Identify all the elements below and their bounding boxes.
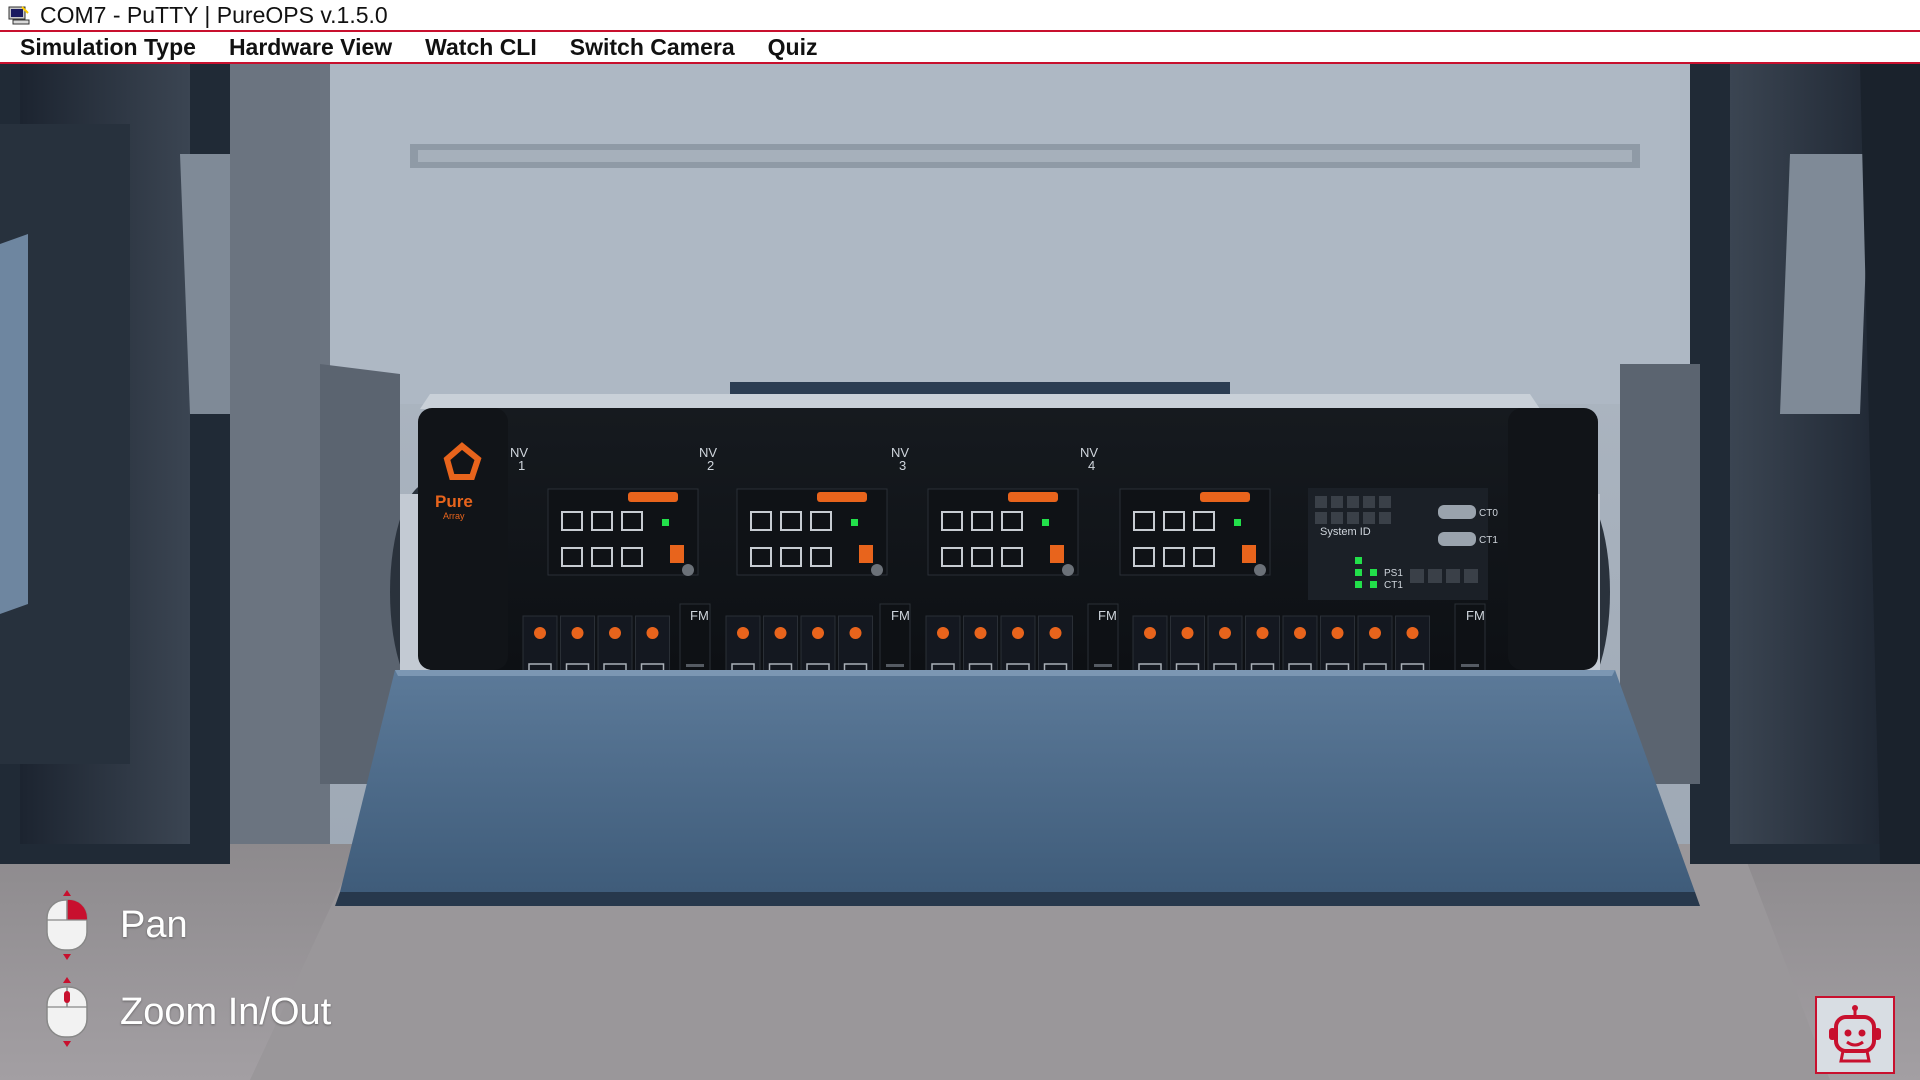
ps-label: PS1 [1384,568,1403,579]
ct0-port-label: CT0 [1479,508,1498,519]
mouse-right-click-icon [46,890,88,960]
nvram-latch [670,545,684,563]
assistant-button[interactable] [1815,996,1895,1074]
status-led [1234,519,1241,526]
menu-switch-camera[interactable]: Switch Camera [550,34,748,61]
nv-number-2: 2 [707,458,714,473]
menu-hardware-view[interactable]: Hardware View [209,34,405,61]
nvram-module [1119,488,1271,576]
drive-top-latch [1012,627,1024,639]
menu-quiz[interactable]: Quiz [748,34,831,61]
system-id-label: System ID [1320,526,1371,538]
status-led [662,519,669,526]
nvram-latch [1242,545,1256,563]
nvram-pull-tab [817,492,867,502]
control-hints: Pan Zoom In/Out [42,890,332,1069]
fm-label-1: FM [690,608,709,623]
window-title-bar: COM7 - PuTTY | PureOPS v.1.5.0 [0,0,1920,32]
nv-number-3: 3 [899,458,906,473]
drive-top-latch [534,627,546,639]
ct-status-label: CT1 [1384,580,1403,591]
putty-terminal-icon [8,6,30,25]
hint-pan: Pan [42,890,331,960]
drive-top-latch [774,627,787,639]
drive-top-latch [1181,627,1194,639]
hint-label-pan: Pan [120,903,188,946]
menu-simulation-type[interactable]: Simulation Type [0,34,209,61]
drive-top-latch [937,627,949,639]
drive-top-latch [974,627,987,639]
robot-assistant-icon [1829,1005,1881,1063]
menu-watch-cli[interactable]: Watch CLI [405,34,550,61]
fm-label-3: FM [1098,608,1117,623]
drive-top-latch [1049,627,1062,639]
drive-top-latch [1144,627,1156,639]
nvram-knob [1254,564,1266,576]
drive-top-latch [1256,627,1269,639]
drive-top-latch [1294,627,1306,639]
hint-label-zoom: Zoom In/Out [120,990,332,1033]
drive-top-latch [812,627,824,639]
drive-top-latch [737,627,749,639]
drive-top-latch [1331,627,1344,639]
nvram-latch [859,545,873,563]
status-led [851,519,858,526]
drive-top-latch [1219,627,1231,639]
nvram-pull-tab [1200,492,1250,502]
nv-number-1: 1 [518,458,525,473]
drive-top-latch [849,627,862,639]
nvram-pull-tab [1008,492,1058,502]
window-title: COM7 - PuTTY | PureOPS v.1.5.0 [40,1,388,28]
nvram-pull-tab [628,492,678,502]
mouse-scroll-icon [46,977,88,1047]
fm-label-4: FM [1466,608,1485,623]
ct1-port-label: CT1 [1479,535,1498,546]
drive-top-latch [1369,627,1381,639]
drive-top-latch [571,627,584,639]
nvram-knob [682,564,694,576]
nvram-latch [1050,545,1064,563]
fm-label-2: FM [891,608,910,623]
nvram-module [927,488,1079,576]
model-label: Array [443,511,465,521]
drive-top-latch [609,627,621,639]
status-led [1042,519,1049,526]
drive-top-latch [646,627,659,639]
nvram-knob [871,564,883,576]
nv-number-4: 4 [1088,458,1095,473]
nvram-knob [1062,564,1074,576]
nvram-module [547,488,699,576]
nvram-module [736,488,888,576]
hint-zoom: Zoom In/Out [42,977,332,1047]
drive-top-latch [1406,627,1419,639]
menu-bar: Simulation Type Hardware View Watch CLI … [0,32,1920,64]
brand-label: Pure [435,492,473,511]
